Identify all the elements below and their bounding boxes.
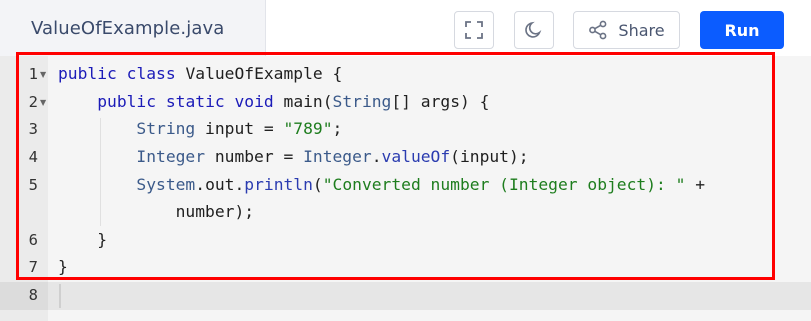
fullscreen-icon <box>465 21 483 39</box>
share-label: Share <box>618 20 665 40</box>
share-icon <box>589 20 607 40</box>
run-label: Run <box>724 20 760 40</box>
code-line: number); <box>58 202 255 221</box>
code-line: public static void main(String[] args) { <box>97 92 490 111</box>
text-cursor <box>59 284 61 308</box>
code-editor[interactable]: 1 ▼ 2 ▼ 3 4 5 6 7 8 public class ValueOf… <box>0 56 811 321</box>
code-line: String input = "789"; <box>136 119 343 138</box>
line-number: 1 <box>28 65 38 83</box>
active-line <box>0 282 811 310</box>
code-line: Integer number = Integer.valueOf(input); <box>136 147 529 166</box>
code-line: } <box>97 230 108 249</box>
line-number: 8 <box>28 286 38 304</box>
line-number: 7 <box>28 258 38 276</box>
line-number: 6 <box>28 231 38 249</box>
line-number: 3 <box>28 120 38 138</box>
line-number: 5 <box>28 176 38 194</box>
code-line: public class ValueOfExample { <box>58 64 343 83</box>
fold-toggle-icon[interactable]: ▼ <box>40 70 46 79</box>
code-line: System.out.println("Converted number (In… <box>136 175 706 194</box>
fullscreen-button[interactable] <box>454 11 494 49</box>
line-number: 2 <box>28 93 38 111</box>
theme-toggle-button[interactable] <box>514 11 554 49</box>
code-line: } <box>58 257 68 276</box>
fold-toggle-icon[interactable]: ▼ <box>40 98 46 107</box>
share-button[interactable]: Share <box>573 11 680 49</box>
run-button[interactable]: Run <box>700 11 784 49</box>
moon-icon <box>525 21 542 38</box>
line-number: 4 <box>28 148 38 166</box>
file-name: ValueOfExample.java <box>31 17 225 39</box>
file-tab[interactable]: ValueOfExample.java <box>0 0 266 56</box>
editor-header: ValueOfExample.java Share Run <box>0 0 811 56</box>
